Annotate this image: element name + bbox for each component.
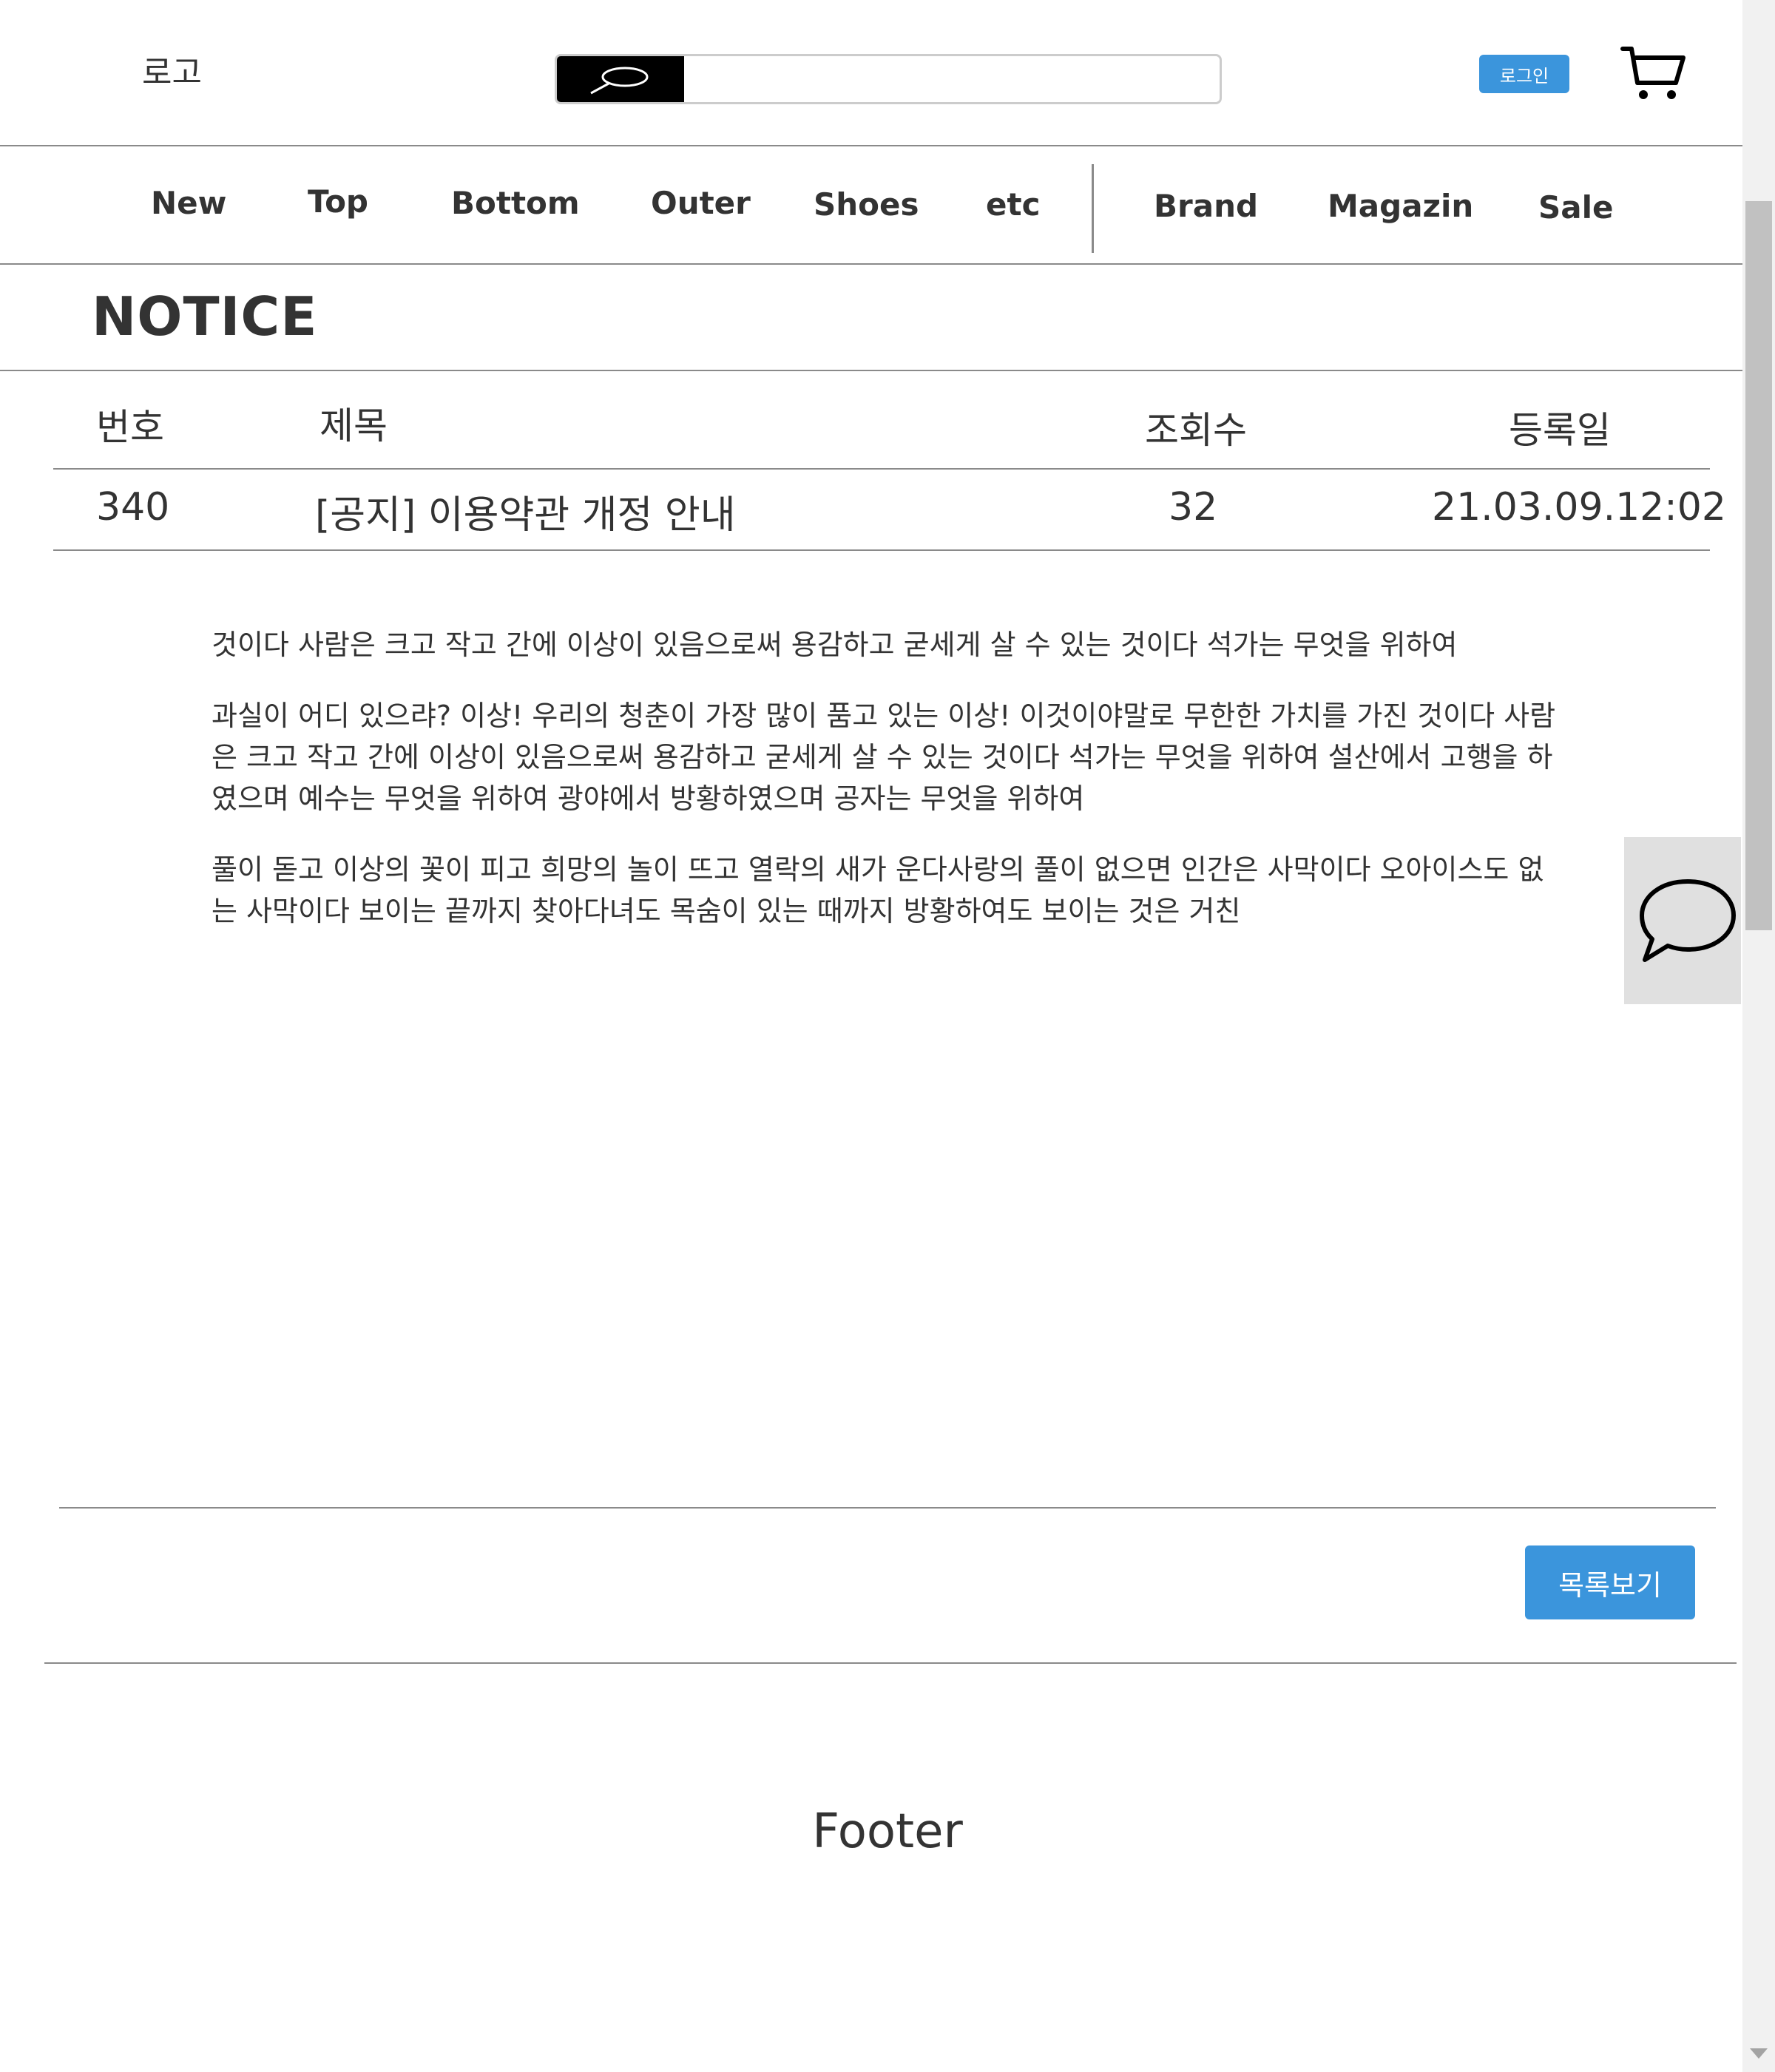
notice-subject: [공지] 이용약관 개정 안내 — [315, 493, 736, 538]
chat-icon — [1640, 879, 1736, 962]
list-button[interactable]: 목록보기 — [1525, 1545, 1695, 1619]
column-header-views: 조회수 — [1145, 409, 1247, 452]
column-header-date: 등록일 — [1509, 409, 1611, 452]
column-header-number: 번호 — [96, 406, 164, 449]
content-paragraph: 풀이 돋고 이상의 꽃이 피고 희망의 놀이 뜨고 열락의 새가 운다사랑의 풀… — [212, 853, 1544, 927]
scrollbar-thumb[interactable] — [1745, 201, 1772, 930]
search-bar — [555, 54, 1222, 104]
notice-date: 21.03.09.12:02 — [1432, 485, 1726, 529]
search-button[interactable] — [557, 56, 684, 102]
nav-top[interactable]: Top — [308, 183, 368, 220]
title-divider — [0, 370, 1742, 371]
content-paragraph: 것이다 사람은 크고 작고 간에 이상이 있음으로써 용감하고 굳세게 살 수 … — [212, 629, 1458, 661]
nav-sale[interactable]: Sale — [1538, 189, 1613, 226]
nav-brand[interactable]: Brand — [1154, 188, 1258, 224]
logo[interactable]: 로고 — [142, 46, 202, 93]
table-row-divider — [53, 549, 1710, 551]
content-paragraph: 과실이 어디 있으랴? 이상! 우리의 청춘이 가장 많이 품고 있는 이상! … — [212, 700, 1556, 815]
nav-bottom[interactable]: Bottom — [451, 185, 580, 221]
login-button[interactable]: 로그인 — [1479, 55, 1569, 93]
chat-button[interactable] — [1624, 837, 1741, 1004]
search-input[interactable] — [684, 56, 1217, 102]
nav-divider — [1092, 164, 1094, 253]
content-divider — [59, 1507, 1716, 1509]
cart-icon — [1620, 47, 1686, 99]
nav-bottom-divider — [0, 263, 1742, 265]
notice-views: 32 — [1169, 485, 1218, 529]
notice-content: 것이다 사람은 크고 작고 간에 이상이 있음으로써 용감하고 굳세게 살 수 … — [212, 624, 1565, 961]
nav-etc[interactable]: etc — [986, 186, 1040, 223]
page-title: NOTICE — [92, 285, 318, 348]
cart-button[interactable] — [1620, 44, 1688, 104]
notice-number: 340 — [96, 485, 170, 529]
column-header-subject: 제목 — [320, 404, 388, 447]
nav-new[interactable]: New — [151, 185, 226, 221]
nav-outer[interactable]: Outer — [651, 185, 751, 221]
footer-divider — [44, 1662, 1737, 1664]
scroll-down-arrow-icon[interactable] — [1750, 2048, 1768, 2059]
footer: Footer — [812, 1804, 963, 1859]
table-header-divider — [53, 468, 1710, 470]
nav-shoes[interactable]: Shoes — [814, 186, 919, 223]
search-icon — [590, 67, 649, 95]
header-divider — [0, 145, 1742, 146]
nav-magazin[interactable]: Magazin — [1328, 188, 1473, 224]
